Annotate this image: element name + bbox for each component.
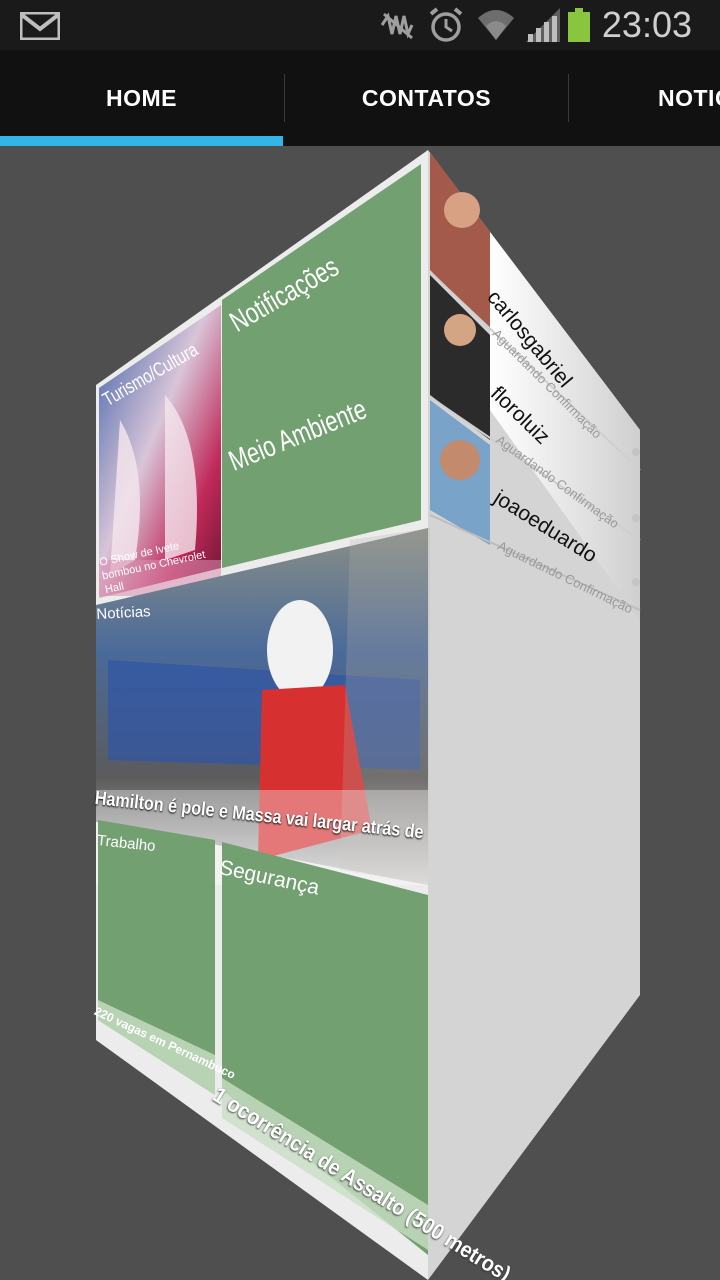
status-bar: 23:03	[0, 0, 720, 50]
tab-contatos[interactable]: CONTATOS	[285, 50, 568, 146]
cube-view[interactable]: Notificações Meio Ambiente Turismo/Cultu…	[0, 146, 720, 1280]
tile-label-noticias: Notícias	[96, 603, 152, 623]
tab-noticias[interactable]: NOTIC	[569, 50, 720, 146]
mute-icon	[380, 12, 414, 40]
cube-svg	[96, 150, 641, 1280]
tile-notificacoes[interactable]	[222, 164, 421, 568]
alarm-icon	[429, 7, 463, 42]
signal-icon	[526, 8, 560, 42]
wifi-icon	[478, 10, 514, 40]
tab-home[interactable]: HOME	[0, 50, 283, 146]
gmail-icon	[20, 12, 60, 40]
tab-bar: HOME CONTATOS NOTIC	[0, 50, 720, 146]
battery-icon	[568, 8, 590, 42]
tab-active-indicator	[0, 136, 283, 146]
status-time: 23:03	[601, 4, 692, 45]
